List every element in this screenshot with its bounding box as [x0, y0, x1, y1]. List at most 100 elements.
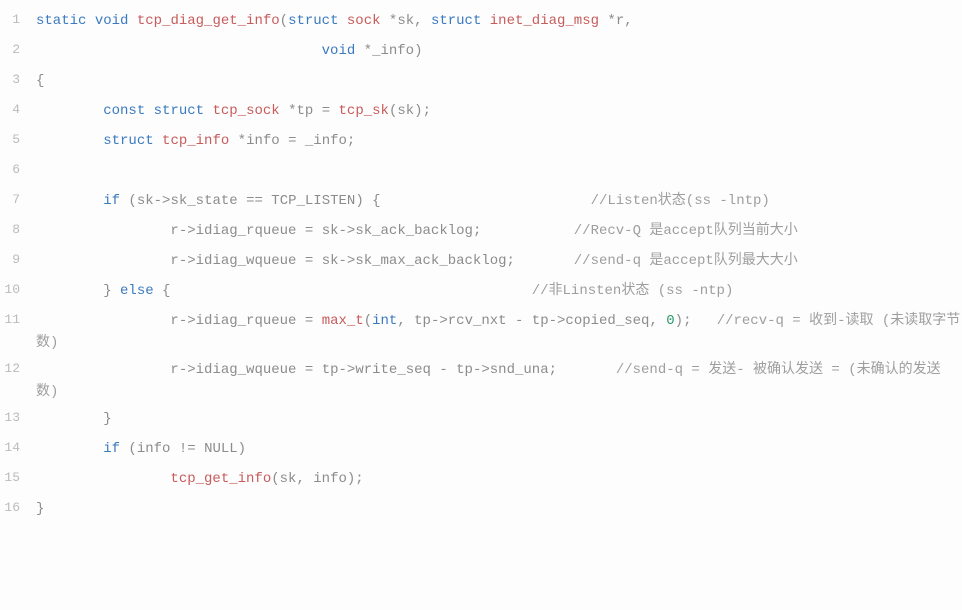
token	[481, 223, 573, 239]
code-content: } else { //非Linsten状态 (ss -ntp)	[30, 280, 962, 302]
line-number: 11	[0, 310, 30, 331]
code-content: r->idiag_rqueue = sk->sk_ack_backlog; //…	[30, 220, 962, 242]
token: }	[36, 411, 112, 427]
token: )	[675, 313, 683, 329]
token: *	[381, 13, 398, 29]
token: rcv_nxt	[448, 313, 507, 329]
code-content: }	[30, 408, 962, 430]
token: tp	[322, 362, 339, 378]
token	[36, 471, 170, 487]
line-number: 1	[0, 10, 30, 31]
token: void	[95, 13, 129, 29]
token	[86, 13, 94, 29]
token: *	[599, 13, 616, 29]
token: sk	[397, 103, 414, 119]
token: inet_diag_msg	[490, 13, 599, 29]
token: ;	[347, 133, 355, 149]
token: )	[238, 441, 246, 457]
token: sk	[322, 223, 339, 239]
code-line: 2 void *_info)	[0, 38, 962, 68]
token: sock	[347, 13, 381, 29]
token: =	[313, 103, 338, 119]
token: ,	[296, 471, 313, 487]
code-line: 11 r->idiag_rqueue = max_t(int, tp->rcv_…	[0, 308, 962, 357]
token: (	[364, 313, 372, 329]
code-content: r->idiag_wqueue = sk->sk_max_ack_backlog…	[30, 250, 962, 272]
code-line: 1static void tcp_diag_get_info(struct so…	[0, 8, 962, 38]
token: ==	[238, 193, 272, 209]
code-content: {	[30, 70, 962, 92]
token: sk_ack_backlog	[355, 223, 473, 239]
token: sk	[322, 253, 339, 269]
token: idiag_rqueue	[196, 223, 297, 239]
token: struct	[288, 13, 338, 29]
token	[36, 223, 170, 239]
code-line: 16}	[0, 496, 962, 526]
token: tp	[456, 362, 473, 378]
token: 0	[666, 313, 674, 329]
token: const	[103, 103, 145, 119]
line-number: 2	[0, 40, 30, 61]
token: ->	[339, 362, 356, 378]
token: *	[229, 133, 246, 149]
token: ;	[423, 103, 431, 119]
token: ,	[624, 13, 632, 29]
token	[557, 362, 616, 378]
token: sk_max_ack_backlog	[355, 253, 506, 269]
token: ->	[549, 313, 566, 329]
token: ,	[397, 313, 414, 329]
token	[481, 13, 489, 29]
token: ->	[179, 253, 196, 269]
token: (	[280, 13, 288, 29]
token	[381, 193, 591, 209]
token	[36, 103, 103, 119]
token: )	[414, 43, 422, 59]
token	[128, 13, 136, 29]
token: int	[372, 313, 397, 329]
token: copied_seq	[565, 313, 649, 329]
token: _info	[372, 43, 414, 59]
line-number: 9	[0, 250, 30, 271]
token: ->	[179, 362, 196, 378]
token	[36, 362, 170, 378]
token: tp	[297, 103, 314, 119]
code-content: r->idiag_rqueue = max_t(int, tp->rcv_nxt…	[30, 310, 962, 355]
token	[36, 43, 322, 59]
token: ->	[179, 313, 196, 329]
token: _info	[305, 133, 347, 149]
token: tp	[414, 313, 431, 329]
token: tp	[532, 313, 549, 329]
token: =	[280, 133, 305, 149]
code-line: 12 r->idiag_wqueue = tp->write_seq - tp-…	[0, 357, 962, 406]
token: ,	[414, 13, 431, 29]
code-content	[30, 160, 962, 182]
token: ;	[507, 253, 515, 269]
token: r	[170, 223, 178, 239]
code-line: 9 r->idiag_wqueue = sk->sk_max_ack_backl…	[0, 248, 962, 278]
code-content: const struct tcp_sock *tp = tcp_sk(sk);	[30, 100, 962, 122]
token: //Recv-Q 是accept队列当前大小	[574, 223, 798, 239]
line-number: 4	[0, 100, 30, 121]
token: r	[170, 253, 178, 269]
code-line: 5 struct tcp_info *info = _info;	[0, 128, 962, 158]
token: {	[154, 283, 171, 299]
token	[36, 253, 170, 269]
code-line: 3{	[0, 68, 962, 98]
token: sk_state	[170, 193, 237, 209]
token: ) {	[355, 193, 380, 209]
token: *	[280, 103, 297, 119]
token: info	[313, 471, 347, 487]
line-number: 6	[0, 160, 30, 181]
token: idiag_wqueue	[196, 362, 297, 378]
token: void	[322, 43, 356, 59]
line-number: 10	[0, 280, 30, 301]
token	[515, 253, 574, 269]
token: tcp_sk	[339, 103, 389, 119]
token	[339, 13, 347, 29]
code-content: }	[30, 498, 962, 520]
line-number: 13	[0, 408, 30, 429]
token: (	[120, 441, 137, 457]
code-content: void *_info)	[30, 40, 962, 62]
token: sk	[137, 193, 154, 209]
token	[36, 313, 170, 329]
